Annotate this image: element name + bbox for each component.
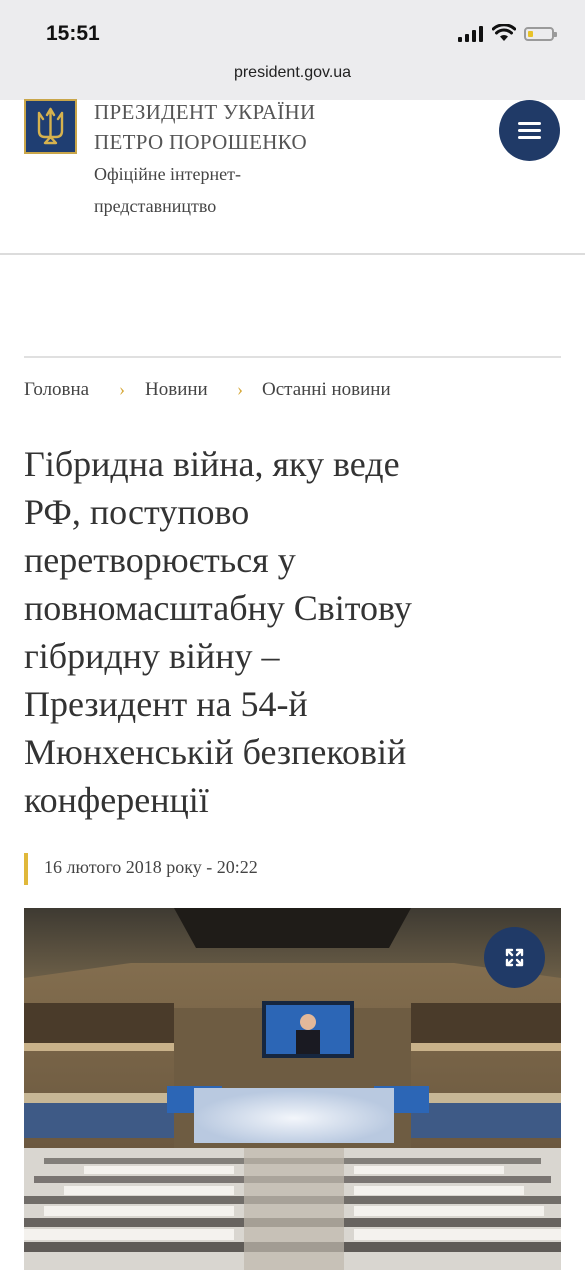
- headline-line: перетворюється у: [24, 540, 296, 580]
- expand-icon: [505, 948, 524, 967]
- expand-photo-button[interactable]: [484, 927, 545, 988]
- breadcrumb-home[interactable]: Головна: [24, 379, 89, 401]
- trident-emblem-icon[interactable]: [24, 99, 77, 154]
- battery-icon: [524, 27, 557, 41]
- article-headline: Гібридна війна, яку веде РФ, поступово п…: [24, 440, 564, 824]
- breadcrumb-latest-news[interactable]: Останні новини: [262, 379, 391, 401]
- article-photo[interactable]: [24, 908, 561, 1270]
- headline-line: Мюнхенській безпековій: [24, 732, 407, 772]
- header-divider: [0, 253, 585, 255]
- site-title-line1[interactable]: ПРЕЗИДЕНТ УКРАЇНИ: [94, 100, 315, 125]
- date-accent-bar: [24, 853, 28, 885]
- headline-line: конференції: [24, 780, 209, 820]
- headline-line: гібридну війну –: [24, 636, 280, 676]
- site-subtitle-line1: Офіційне інтернет-: [94, 164, 242, 184]
- article-date: 16 лютого 2018 року - 20:22: [44, 857, 258, 877]
- address-bar-url[interactable]: president.gov.ua: [0, 64, 585, 82]
- status-time: 15:51: [46, 22, 100, 45]
- headline-line: Гібридна війна, яку веде: [24, 444, 400, 484]
- site-title-line2[interactable]: ПЕТРО ПОРОШЕНКО: [94, 130, 307, 155]
- chevron-right-icon: ›: [237, 379, 243, 399]
- headline-line: Президент на 54-й: [24, 684, 308, 724]
- menu-button[interactable]: [499, 100, 560, 161]
- status-bar: [0, 0, 585, 100]
- chevron-right-icon: ›: [119, 379, 125, 399]
- site-subtitle-line2: представництво: [94, 196, 217, 216]
- content-divider: [24, 356, 561, 358]
- signal-icon: [458, 26, 483, 42]
- headline-line: РФ, поступово: [24, 492, 250, 532]
- breadcrumb-news[interactable]: Новини: [145, 379, 208, 401]
- wifi-icon: [492, 24, 516, 41]
- headline-line: повномасштабну Світову: [24, 588, 412, 628]
